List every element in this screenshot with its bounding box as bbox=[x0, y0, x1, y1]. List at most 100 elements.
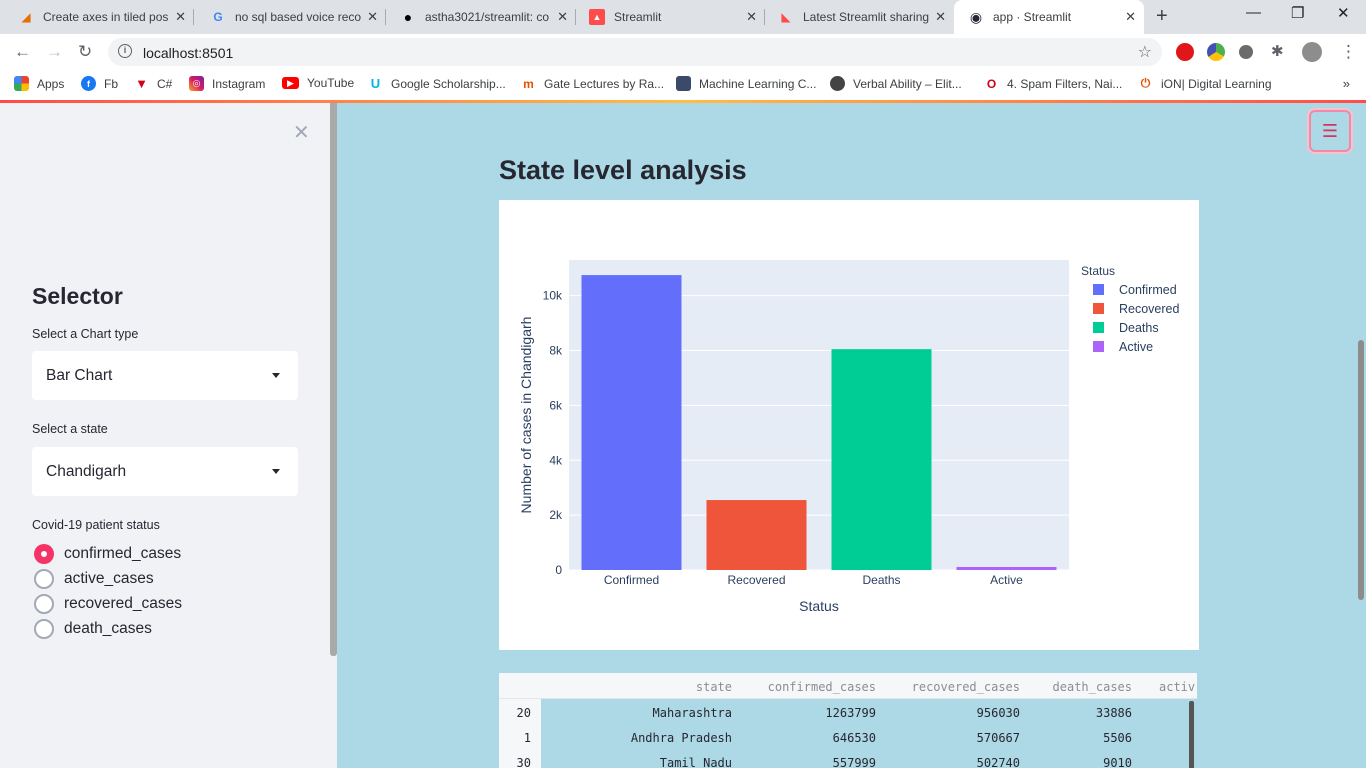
page-title: State level analysis bbox=[499, 155, 747, 185]
radio-unselected-icon[interactable] bbox=[34, 569, 54, 589]
browser-tab[interactable]: ▲ Streamlit ✕ bbox=[575, 0, 765, 34]
column-header-deaths[interactable]: death_cases bbox=[1053, 680, 1132, 694]
streamlit-app-icon: ◉ bbox=[969, 8, 983, 25]
column-header-active[interactable]: activ bbox=[1159, 680, 1195, 694]
legend-swatch[interactable] bbox=[1093, 341, 1104, 352]
forward-icon[interactable]: → bbox=[46, 42, 63, 62]
bookmark-scholarship[interactable]: U Google Scholarship... bbox=[368, 76, 506, 91]
table-body: Maharashtra 1263799 956030 33886 Andhra … bbox=[541, 699, 1197, 768]
state-select[interactable]: Chandigarh bbox=[32, 447, 298, 496]
restore-icon[interactable]: ❐ bbox=[1291, 4, 1304, 22]
bookmark-instagram[interactable]: ◎ Instagram bbox=[189, 76, 265, 91]
radio-unselected-icon[interactable] bbox=[34, 594, 54, 614]
radio-selected-icon[interactable] bbox=[34, 544, 54, 564]
legend-item-confirmed[interactable]: Confirmed bbox=[1119, 283, 1177, 297]
close-tab-icon[interactable]: ✕ bbox=[367, 9, 378, 25]
bookmark-apps[interactable]: Apps bbox=[14, 76, 64, 91]
table-cell: 502740 bbox=[976, 756, 1020, 768]
hamburger-menu-icon[interactable]: ☰ bbox=[1309, 110, 1351, 152]
url-text[interactable]: localhost:8501 bbox=[143, 45, 233, 61]
tab-separator bbox=[193, 9, 194, 25]
bookmark-spam[interactable]: O 4. Spam Filters, Nai... bbox=[984, 76, 1122, 91]
back-icon[interactable]: ← bbox=[14, 42, 31, 62]
browser-tab[interactable]: ◢ Create axes in tiled pos ✕ bbox=[4, 0, 194, 34]
facebook-icon: f bbox=[81, 76, 96, 91]
bookmark-youtube[interactable]: ▶ YouTube bbox=[282, 76, 354, 90]
table-cell: Maharashtra bbox=[652, 706, 732, 720]
legend-swatch[interactable] bbox=[1093, 303, 1104, 314]
table-cell: 557999 bbox=[832, 756, 876, 768]
radio-active-cases[interactable]: active_cases bbox=[34, 569, 154, 589]
bar-deaths[interactable] bbox=[831, 349, 932, 570]
sidebar-scrollbar[interactable] bbox=[330, 103, 337, 656]
extension-icon[interactable] bbox=[1207, 43, 1225, 61]
radio-death-cases[interactable]: death_cases bbox=[34, 619, 152, 639]
table-cell: Andhra Pradesh bbox=[630, 731, 732, 745]
close-tab-icon[interactable]: ✕ bbox=[935, 9, 946, 25]
close-tab-icon[interactable]: ✕ bbox=[175, 9, 186, 25]
youtube-icon: ▶ bbox=[282, 77, 299, 89]
bookmark-verbal[interactable]: Verbal Ability – Elit... bbox=[830, 76, 962, 91]
table-cell: 956030 bbox=[976, 706, 1020, 720]
legend-item-active[interactable]: Active bbox=[1119, 340, 1153, 354]
puzzle-extensions-icon[interactable]: ✱ bbox=[1271, 42, 1284, 60]
y-tick-label: 8k bbox=[549, 344, 563, 358]
close-sidebar-icon[interactable]: ✕ bbox=[293, 120, 310, 145]
browser-tab[interactable]: G no sql based voice reco ✕ bbox=[196, 0, 386, 34]
legend-swatch[interactable] bbox=[1093, 322, 1104, 333]
column-header-state[interactable]: state bbox=[696, 680, 732, 694]
browser-tab-active[interactable]: ◉ app · Streamlit ✕ bbox=[954, 0, 1144, 34]
bookmark-fb[interactable]: f Fb bbox=[81, 76, 118, 91]
bookmark-ml[interactable]: Machine Learning C... bbox=[676, 76, 816, 91]
globe-icon bbox=[830, 76, 845, 91]
close-tab-icon[interactable]: ✕ bbox=[746, 9, 757, 25]
legend-item-deaths[interactable]: Deaths bbox=[1119, 321, 1159, 335]
y-axis-label: Number of cases in Chandigarh bbox=[518, 317, 534, 514]
browser-tab[interactable]: ◣ Latest Streamlit sharing ✕ bbox=[764, 0, 954, 34]
more-bookmarks-icon[interactable]: » bbox=[1343, 76, 1350, 91]
radio-unselected-icon[interactable] bbox=[34, 619, 54, 639]
bookmark-star-icon[interactable]: ☆ bbox=[1138, 42, 1152, 62]
bar-chart[interactable]: 0 2k 4k 6k 8k 10k Confirmed Recovered Deaths Act… bbox=[499, 200, 1199, 650]
bar-confirmed[interactable] bbox=[581, 275, 682, 570]
chevron-down-icon bbox=[272, 373, 280, 378]
site-info-icon[interactable]: i bbox=[118, 44, 132, 58]
chart-type-select[interactable]: Bar Chart bbox=[32, 351, 298, 400]
legend-swatch[interactable] bbox=[1093, 284, 1104, 295]
browser-tab[interactable]: ● astha3021/streamlit: co ✕ bbox=[386, 0, 576, 34]
new-tab-icon[interactable]: + bbox=[1156, 5, 1168, 28]
address-bar[interactable]: i localhost:8501 ☆ bbox=[108, 38, 1162, 66]
dataframe-table[interactable]: state confirmed_cases recovered_cases de… bbox=[499, 673, 1197, 768]
radio-confirmed-cases[interactable]: confirmed_cases bbox=[34, 544, 181, 564]
profile-avatar[interactable] bbox=[1302, 42, 1322, 62]
bar-recovered[interactable] bbox=[706, 500, 807, 570]
sidebar-title: Selector bbox=[32, 283, 123, 309]
browser-menu-icon[interactable]: ⋮ bbox=[1340, 42, 1357, 62]
main-scrollbar[interactable] bbox=[1358, 340, 1364, 600]
radio-recovered-cases[interactable]: recovered_cases bbox=[34, 594, 182, 614]
adblock-extension-icon[interactable] bbox=[1176, 43, 1194, 61]
y-tick-label: 6k bbox=[549, 398, 563, 412]
column-header-confirmed[interactable]: confirmed_cases bbox=[768, 680, 876, 694]
table-index-column: 20 1 30 bbox=[499, 699, 541, 768]
table-header: state confirmed_cases recovered_cases de… bbox=[499, 673, 1197, 699]
bar-chart-container: 0 2k 4k 6k 8k 10k Confirmed Recovered Deaths Act… bbox=[499, 200, 1199, 650]
bookmark-gate[interactable]: m Gate Lectures by Ra... bbox=[521, 76, 664, 91]
table-scrollbar[interactable] bbox=[1189, 701, 1194, 768]
bookmark-ion[interactable]: ⏻ iON| Digital Learning bbox=[1138, 76, 1272, 91]
y-tick-label: 10k bbox=[543, 289, 563, 303]
bookmark-csharp[interactable]: ▼ C# bbox=[134, 76, 172, 91]
extension-icon[interactable] bbox=[1239, 45, 1253, 59]
row-index: 1 bbox=[523, 731, 531, 745]
instagram-icon: ◎ bbox=[189, 76, 204, 91]
x-tick-label: Recovered bbox=[727, 573, 785, 587]
close-tab-icon[interactable]: ✕ bbox=[1125, 9, 1136, 25]
column-header-recovered[interactable]: recovered_cases bbox=[912, 680, 1020, 694]
legend-item-recovered[interactable]: Recovered bbox=[1119, 302, 1179, 316]
bar-active[interactable] bbox=[956, 566, 1057, 570]
reload-icon[interactable]: ↻ bbox=[78, 42, 92, 62]
close-tab-icon[interactable]: ✕ bbox=[557, 9, 568, 25]
close-window-icon[interactable]: ✕ bbox=[1337, 4, 1350, 22]
minimize-icon[interactable]: — bbox=[1246, 4, 1261, 21]
table-cell: 5506 bbox=[1103, 731, 1132, 745]
